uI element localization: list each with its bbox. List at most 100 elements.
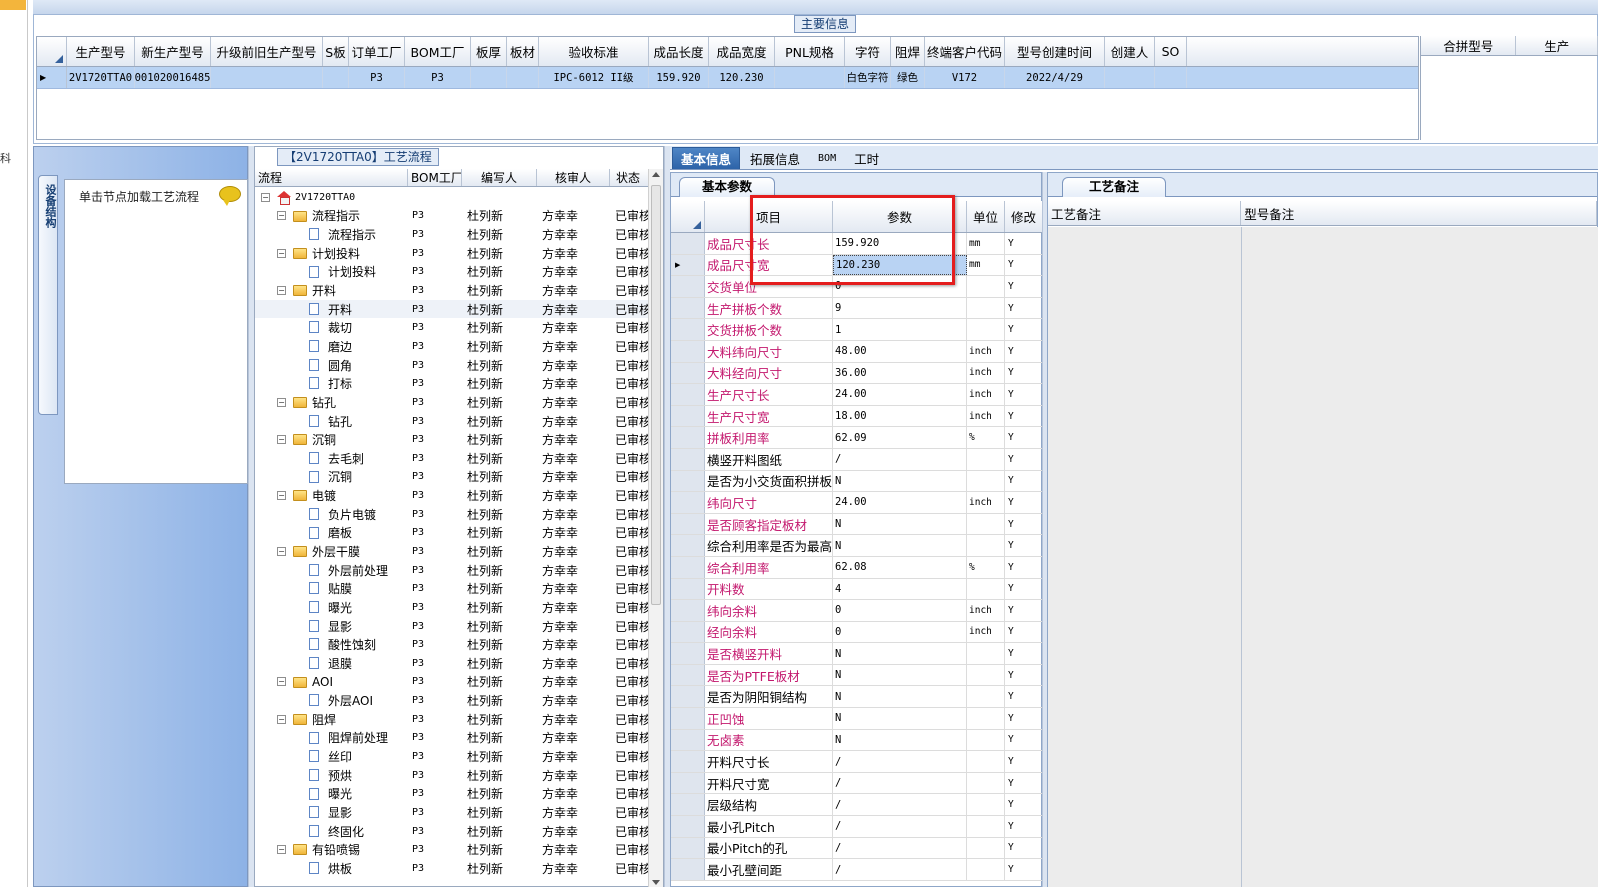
param-row[interactable]: 综合利用率是否为最高 N Y <box>671 535 1043 557</box>
tree-row[interactable]: 计划投料 P3 杜列新 方幸幸 已审核 <box>255 263 649 282</box>
tree-row[interactable]: − 沉铜 P3 杜列新 方幸幸 已审核 <box>255 430 649 449</box>
collapse-icon[interactable]: − <box>277 435 286 445</box>
row-indicator[interactable] <box>671 816 705 837</box>
main-col-header[interactable]: 板厚 <box>471 37 507 66</box>
param-modify-flag[interactable]: Y <box>1005 772 1043 794</box>
param-value[interactable]: 1 <box>833 319 967 340</box>
collapse-icon[interactable]: − <box>277 491 286 501</box>
main-info-grid[interactable]: 生产型号 新生产型号 升级前旧生产型号 S板 订单工厂 BOM工厂 板厚 板材 验收标准 成品长度… <box>36 36 1419 140</box>
tree-root-row[interactable]: − 2V1720TTA0 <box>255 188 649 207</box>
main-col-header[interactable]: 新生产型号 <box>135 37 211 66</box>
row-indicator[interactable] <box>671 276 705 297</box>
row-pointer-icon[interactable]: ▶ <box>671 254 705 276</box>
merge-model-column[interactable]: 合拼型号 <box>1421 36 1517 55</box>
merge-model-grid[interactable]: 合拼型号 生产 <box>1420 36 1598 140</box>
param-modify-flag[interactable]: Y <box>1005 492 1043 513</box>
tab-process-notes[interactable]: 工艺备注 <box>1062 177 1167 197</box>
param-row[interactable]: 是否横竖开料 N Y <box>671 643 1043 665</box>
param-row[interactable]: 经向余料 0 inch Y <box>671 621 1043 644</box>
main-cell[interactable] <box>775 67 845 88</box>
collapse-icon[interactable]: − <box>261 192 270 202</box>
row-indicator[interactable] <box>671 513 705 535</box>
tree-col-reviewer[interactable]: 核审人 <box>537 169 610 186</box>
row-indicator[interactable] <box>671 621 705 643</box>
row-indicator[interactable] <box>671 837 705 859</box>
tree-row[interactable]: − 有铅喷锡 P3 杜列新 方幸幸 已审核 <box>255 840 649 859</box>
param-row[interactable]: 生产拼板个数 9 Y <box>671 297 1043 320</box>
param-modify-flag[interactable]: Y <box>1005 578 1043 600</box>
tree-row[interactable]: 磨边 P3 杜列新 方幸幸 已审核 <box>255 337 649 356</box>
row-indicator[interactable] <box>671 664 705 686</box>
tree-row[interactable]: 磨板 P3 杜列新 方幸幸 已审核 <box>255 524 649 543</box>
node-load-box[interactable]: 单击节点加载工艺流程 <box>64 179 248 484</box>
scroll-down-arrow-icon[interactable] <box>652 880 660 885</box>
row-indicator[interactable] <box>671 643 705 664</box>
collapse-icon[interactable]: − <box>277 845 286 855</box>
param-value[interactable]: / <box>833 837 967 859</box>
param-modify-flag[interactable]: Y <box>1005 643 1043 664</box>
param-value[interactable]: 4 <box>833 578 967 600</box>
param-row[interactable]: 生产尺寸宽 18.00 inch Y <box>671 405 1043 428</box>
row-indicator[interactable] <box>671 448 705 470</box>
col-unit[interactable]: 单位 <box>967 201 1005 232</box>
main-cell[interactable]: P3 <box>349 67 405 88</box>
main-cell[interactable]: 2022/4/29 <box>1005 67 1105 88</box>
row-indicator[interactable] <box>671 340 705 362</box>
collapse-icon[interactable]: − <box>277 248 286 258</box>
param-row[interactable]: 是否顾客指定板材 N Y <box>671 513 1043 536</box>
param-modify-flag[interactable]: Y <box>1005 254 1043 276</box>
main-col-header[interactable]: 成品宽度 <box>709 37 775 66</box>
row-indicator[interactable] <box>671 470 705 492</box>
tree-col-flow[interactable]: 流程 <box>255 169 408 186</box>
param-modify-flag[interactable]: Y <box>1005 600 1043 621</box>
param-modify-flag[interactable]: Y <box>1005 276 1043 297</box>
tab-basic-params[interactable]: 基本参数 <box>679 177 776 197</box>
tree-row[interactable]: 打标 P3 杜列新 方幸幸 已审核 <box>255 374 649 393</box>
row-indicator[interactable] <box>671 708 705 729</box>
main-cell[interactable]: IPC-6012 II级 <box>539 67 649 88</box>
tab-work-hours[interactable]: 工时 <box>846 147 887 169</box>
tree-row[interactable]: 去毛刺 P3 杜列新 方幸幸 已审核 <box>255 449 649 468</box>
row-indicator[interactable] <box>671 686 705 708</box>
param-value[interactable]: N <box>833 708 967 729</box>
param-row[interactable]: 最小Pitch的孔 / Y <box>671 837 1043 860</box>
tree-row[interactable]: 外层前处理 P3 杜列新 方幸幸 已审核 <box>255 561 649 580</box>
tree-col-bom[interactable]: BOM工厂 <box>408 169 462 186</box>
collapse-icon[interactable]: − <box>277 677 286 687</box>
param-value[interactable]: / <box>833 448 967 470</box>
main-col-header[interactable]: 终端客户代码 <box>925 37 1005 66</box>
main-cell[interactable]: P3 <box>405 67 471 88</box>
process-tree-body[interactable]: −2V1720TTA0− 流程指示 P3 杜列新 方幸幸 已审核 流程指示 P3 杜列新 方幸幸已… <box>255 188 649 887</box>
tree-row[interactable]: 贴膜 P3 杜列新 方幸幸 已审核 <box>255 579 649 598</box>
param-modify-flag[interactable]: Y <box>1005 384 1043 405</box>
main-cell[interactable]: 10010200164853 <box>135 67 211 88</box>
param-modify-flag[interactable]: Y <box>1005 448 1043 470</box>
param-row[interactable]: 无卤素 N Y <box>671 729 1043 752</box>
main-cell[interactable] <box>323 67 349 88</box>
collapse-icon[interactable]: − <box>277 211 286 221</box>
param-modify-flag[interactable]: Y <box>1005 319 1043 340</box>
row-indicator[interactable] <box>671 492 705 513</box>
col-model-notes[interactable]: 型号备注 <box>1241 201 1597 225</box>
main-cell[interactable]: V172 <box>925 67 1005 88</box>
main-col-header[interactable]: PNL规格 <box>775 37 845 66</box>
row-indicator[interactable] <box>671 319 705 340</box>
param-row[interactable]: 生产尺寸长 24.00 inch Y <box>671 384 1043 406</box>
param-value[interactable]: 0 <box>833 600 967 621</box>
param-modify-flag[interactable]: Y <box>1005 470 1043 492</box>
tree-row[interactable]: − 钻孔 P3 杜列新 方幸幸 已审核 <box>255 393 649 412</box>
tab-extended-info[interactable]: 拓展信息 <box>742 147 808 169</box>
param-row[interactable]: 是否为小交货面积拼板 N Y <box>671 470 1043 493</box>
tree-row[interactable]: 预烘 P3 杜列新 方幸幸 已审核 <box>255 766 649 785</box>
param-row[interactable]: 交货拼板个数 1 Y <box>671 319 1043 341</box>
main-cell[interactable]: 120.230 <box>709 67 775 88</box>
main-cell[interactable]: 159.920 <box>649 67 709 88</box>
tree-row[interactable]: − AOI P3 杜列新 方幸幸 已审核 <box>255 673 649 692</box>
model-notes-area[interactable] <box>1242 227 1598 887</box>
row-indicator[interactable] <box>671 233 705 254</box>
row-indicator[interactable] <box>671 405 705 427</box>
main-col-header[interactable]: BOM工厂 <box>405 37 471 66</box>
param-modify-flag[interactable]: Y <box>1005 751 1043 772</box>
basic-params-body[interactable]: 成品尺寸长 159.920 mm Y ▶ 成品尺寸宽 120.230 mm Y 交货单位 0 Y 生产拼… <box>671 233 1043 881</box>
tree-row[interactable]: 沉铜 P3 杜列新 方幸幸 已审核 <box>255 468 649 487</box>
